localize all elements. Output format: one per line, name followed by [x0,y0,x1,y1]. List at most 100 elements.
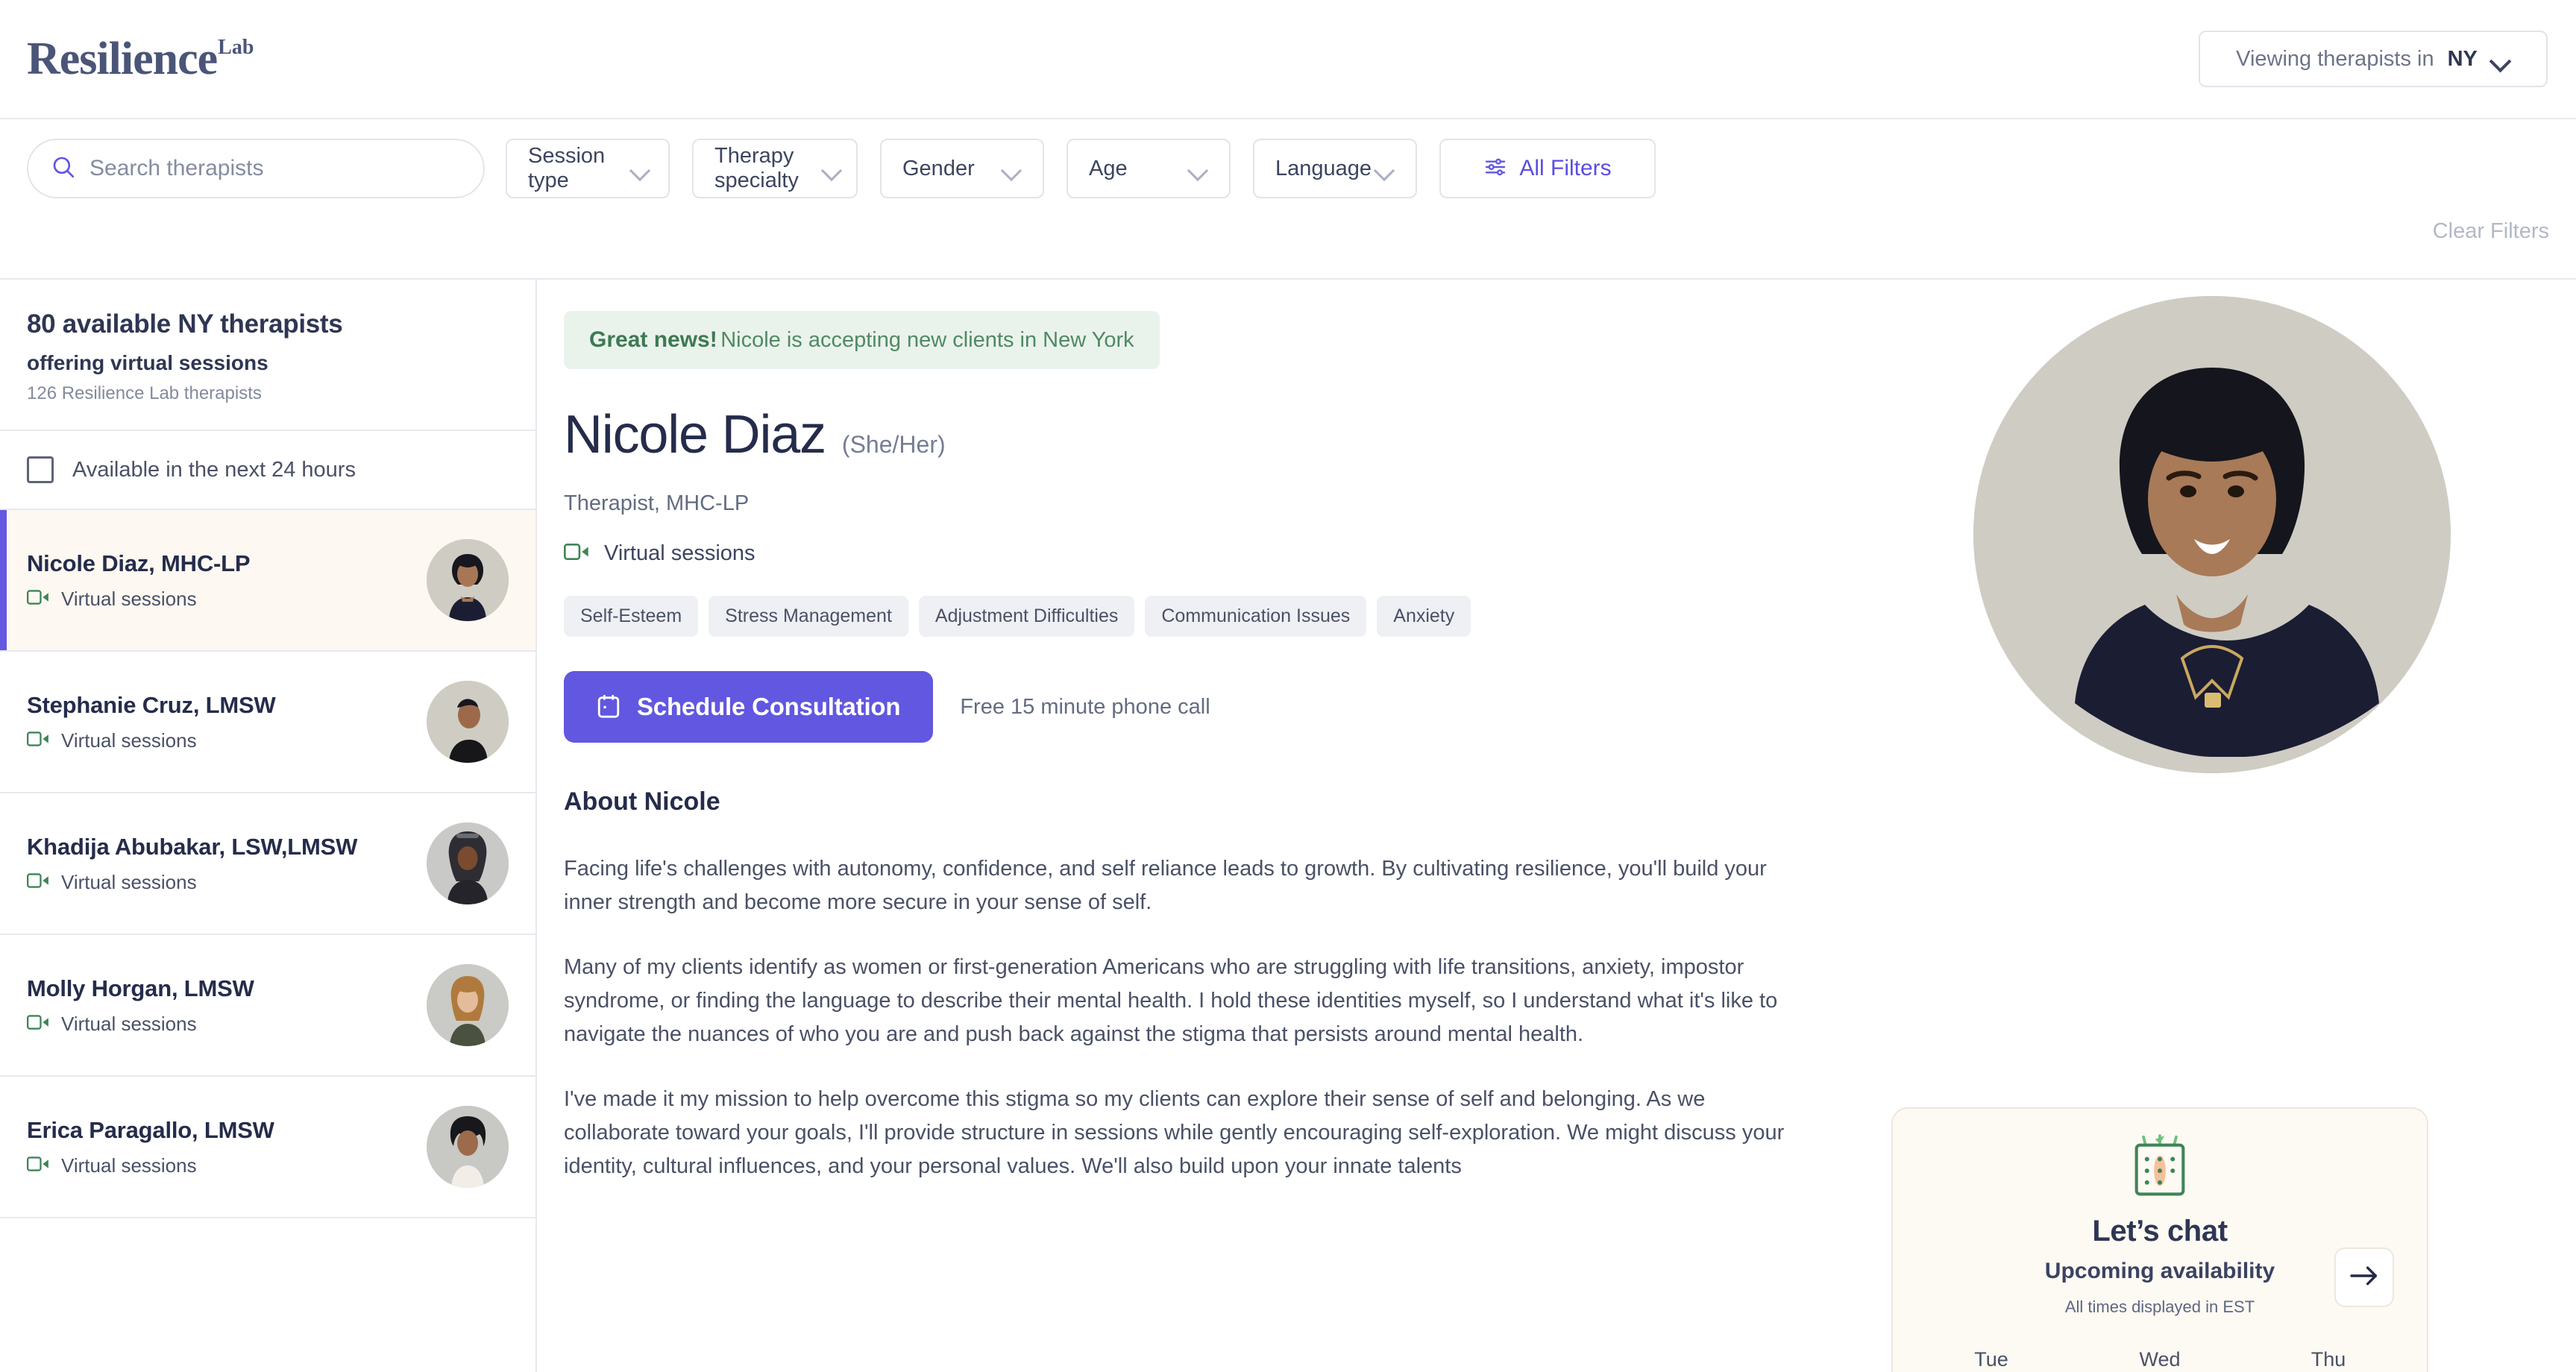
filter-dropdown-gender[interactable]: Gender [880,139,1044,198]
filter-dropdown-session-type[interactable]: Session type [506,139,670,198]
banner-message: Nicole is accepting new clients in New Y… [720,328,1134,352]
specialty-tag[interactable]: Self-Esteem [564,596,699,637]
therapist-avatar [427,681,509,763]
specialty-tag[interactable]: Communication Issues [1145,596,1367,637]
therapist-name: Molly Horgan, LMSW [27,975,254,1001]
chevron-down-icon [1375,163,1395,174]
therapist-detail-pane: Great news! Nicole is accepting new clie… [537,280,2576,1372]
filter-label: Age [1089,156,1128,180]
resilience-lab-logo[interactable]: Resilience Lab [27,36,254,82]
availability-card-title: Let’s chat [2092,1215,2228,1247]
filter-label: Therapy specialty [714,144,799,192]
therapist-list-item-nicole-diaz[interactable]: Nicole Diaz, MHC-LP Virtual sessions [0,510,535,652]
availability-day-column: Wed Nov 15 5:15pm [2082,1348,2237,1372]
location-selector-label: Viewing therapists in [2236,46,2434,71]
therapist-avatar [427,1106,509,1188]
sidebar-subheading: offering virtual sessions [27,351,268,374]
chevron-down-icon [1189,163,1208,174]
consultation-note: Free 15 minute phone call [960,694,1210,719]
therapist-name: Khadija Abubakar, LSW,LMSW [27,833,358,860]
sliders-icon [1483,155,1507,183]
availability-day-column: Thu Nov 16 10:45am [2251,1348,2406,1372]
filter-bar: Session type Therapy specialty Gender Ag… [0,119,2576,280]
therapist-name: Nicole Diaz, MHC-LP [27,550,251,576]
therapist-name: Stephanie Cruz, LMSW [27,691,276,718]
arrow-right-icon [2349,1265,2379,1291]
filter-dropdown-age[interactable]: Age [1066,139,1231,198]
schedule-consultation-button[interactable]: Schedule Consultation [564,671,934,743]
filter-label: Gender [902,156,975,180]
day-of-week: Thu [2310,1348,2346,1371]
therapist-session-type: Virtual sessions [61,870,197,893]
filter-dropdown-therapy-specialty[interactable]: Therapy specialty [692,139,858,198]
clear-filters-button[interactable]: Clear Filters [2433,219,2549,244]
chevron-down-icon [823,163,835,174]
video-camera-icon [27,1014,49,1034]
day-of-week: Tue [1974,1348,2008,1371]
bio-paragraph: I've made it my mission to help overcome… [564,1086,1785,1178]
chevron-down-icon [631,163,647,174]
availability-day-grid: Tue Nov 14 12:15pm Wed Nov 15 5:15pm Thu… [1893,1348,2427,1372]
calendar-illustration-icon [1893,1134,2427,1203]
therapist-name: Erica Paragallo, LMSW [27,1116,274,1143]
day-of-week: Wed [2139,1348,2181,1371]
sidebar-summary: 80 available NY therapists offering virt… [0,280,535,431]
available-24h-checkbox[interactable] [27,456,54,483]
therapist-avatar [427,822,509,904]
profile-session-type-label: Virtual sessions [604,541,755,565]
about-section-heading: About Nicole [564,787,720,816]
chevron-down-icon [2491,54,2510,65]
location-selector[interactable]: Viewing therapists in NY [2199,31,2548,87]
upcoming-availability-card: Let’s chat Upcoming availability All tim… [1891,1107,2428,1372]
search-icon [51,154,76,183]
available-24h-label: Available in the next 24 hours [72,457,356,482]
availability-next-button[interactable] [2334,1247,2394,1307]
page-body: 80 available NY therapists offering virt… [0,280,2576,1372]
schedule-consultation-label: Schedule Consultation [637,693,901,720]
video-camera-icon [27,1156,49,1176]
therapist-directory-page: Resilience Lab Viewing therapists in NY [0,0,2576,1372]
accepting-clients-banner: Great news! Nicole is accepting new clie… [564,311,1160,369]
profile-pronouns: (She/Her) [841,431,946,458]
bio-paragraph: Facing life's challenges with autonomy, … [564,857,1767,914]
available-24h-filter[interactable]: Available in the next 24 hours [0,431,535,510]
logo-superscript: Lab [218,36,254,59]
specialty-tag[interactable]: Stress Management [709,596,908,637]
therapist-list-sidebar: 80 available NY therapists offering virt… [0,280,537,1372]
available-therapists-count: 80 available NY therapists [27,309,343,339]
video-camera-icon [27,872,49,893]
video-camera-icon [27,589,49,609]
therapist-avatar [427,964,509,1046]
all-filters-label: All Filters [1519,156,1612,180]
filter-label: Language [1275,156,1372,180]
app-header: Resilience Lab Viewing therapists in NY [0,0,2576,119]
therapist-list: Nicole Diaz, MHC-LP Virtual sessions Ste… [0,510,535,1372]
therapist-list-item-stephanie-cruz[interactable]: Stephanie Cruz, LMSW Virtual sessions [0,652,535,793]
therapist-session-type: Virtual sessions [61,587,197,610]
filter-label: Session type [528,144,606,192]
availability-day-column: Tue Nov 14 12:15pm [1914,1348,2069,1372]
page-title: Nicole Diaz [564,405,826,465]
filter-dropdown-language[interactable]: Language [1253,139,1417,198]
video-camera-icon [27,731,49,751]
search-therapists-box[interactable] [27,139,485,198]
location-selector-value: NY [2447,46,2478,71]
profile-portrait [1973,296,2451,773]
therapist-session-type: Virtual sessions [61,729,197,752]
search-input[interactable] [89,156,461,181]
bio-paragraph: Many of my clients identify as women or … [564,954,1778,1046]
video-camera-icon [564,543,589,564]
therapist-list-item-erica-paragallo[interactable]: Erica Paragallo, LMSW Virtual sessions [0,1077,535,1218]
therapist-avatar [427,539,509,621]
all-filters-button[interactable]: All Filters [1439,139,1656,198]
about-section-body: Facing life's challenges with autonomy, … [564,852,1787,1183]
therapist-list-item-khadija-abubakar[interactable]: Khadija Abubakar, LSW,LMSW Virtual sessi… [0,793,535,935]
therapist-session-type: Virtual sessions [61,1154,197,1177]
therapist-list-item-molly-horgan[interactable]: Molly Horgan, LMSW Virtual sessions [0,935,535,1077]
therapist-session-type: Virtual sessions [61,1012,197,1035]
total-therapists-line: 126 Resilience Lab therapists [27,383,262,403]
logo-wordmark: Resilience [27,34,218,84]
specialty-tag[interactable]: Anxiety [1377,596,1471,637]
chevron-down-icon [1002,163,1022,174]
specialty-tag[interactable]: Adjustment Difficulties [918,596,1135,637]
